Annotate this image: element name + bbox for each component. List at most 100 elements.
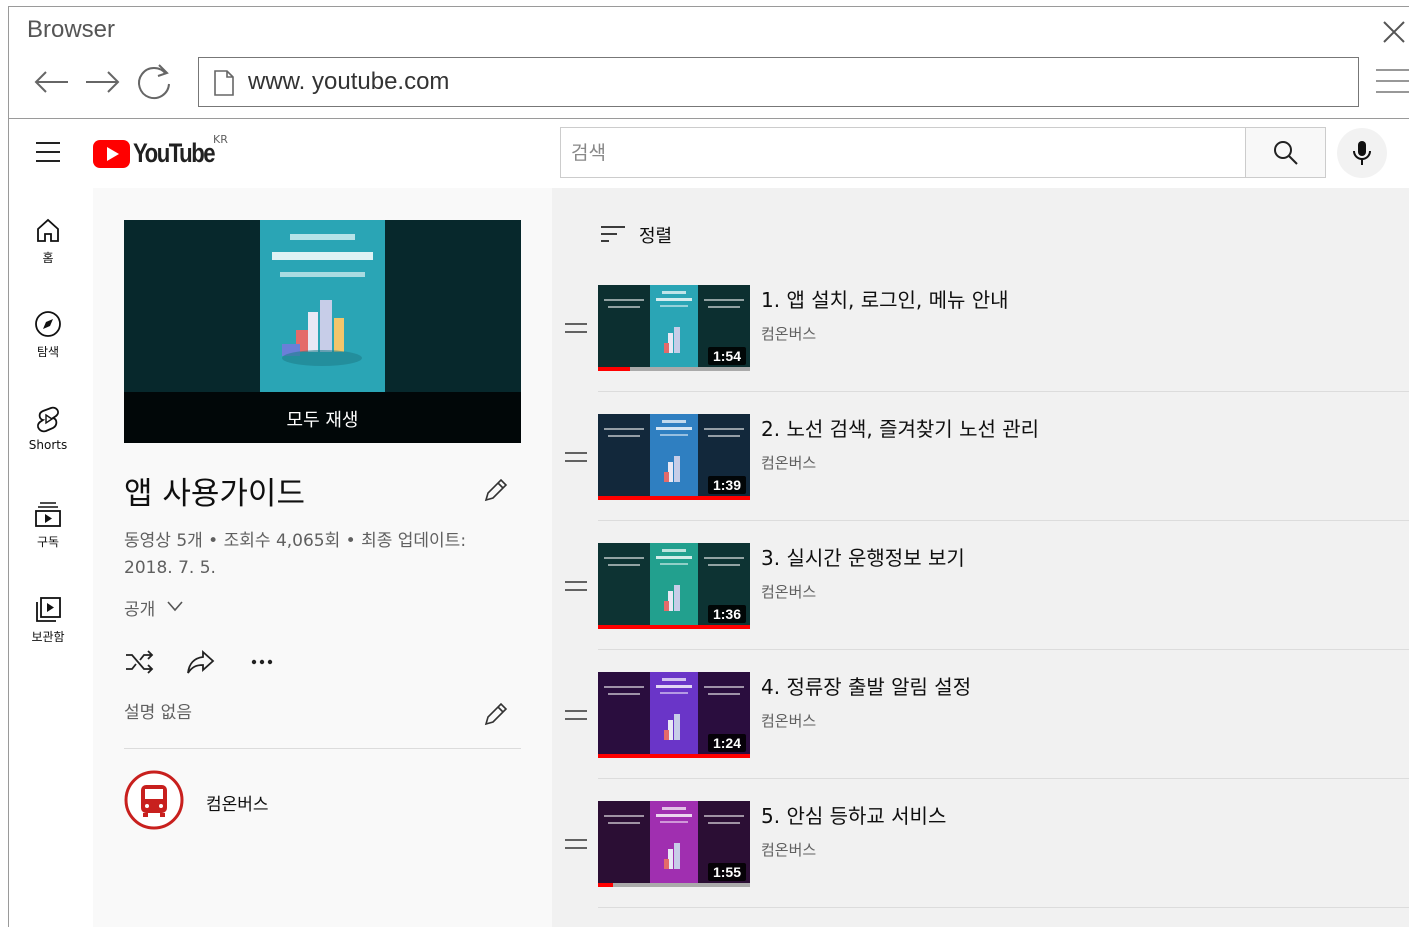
watch-progress-bar [598, 754, 750, 758]
video-channel[interactable]: 컴온버스 [761, 581, 816, 602]
video-duration: 1:54 [707, 347, 746, 365]
drag-handle-icon[interactable] [564, 450, 588, 464]
edit-description-pencil-icon[interactable] [482, 700, 510, 728]
video-title[interactable]: 2. 노선 검색, 즐겨찾기 노선 관리 [761, 413, 1039, 442]
sidebar-item-shorts[interactable]: Shorts [10, 405, 86, 452]
subscriptions-icon [35, 502, 61, 527]
thumbnail-card [650, 285, 698, 371]
watch-progress-track [598, 625, 750, 629]
search-box[interactable] [560, 127, 1246, 178]
thumbnail-text-block [604, 686, 644, 695]
channel-avatar[interactable] [124, 770, 184, 830]
browser-title: Browser [27, 16, 116, 43]
shuffle-icon[interactable] [124, 648, 154, 676]
browser-menu-icon[interactable] [1376, 64, 1409, 98]
watch-progress-bar [598, 625, 750, 629]
video-title[interactable]: 3. 실시간 운행정보 보기 [761, 542, 965, 571]
thumbnail-text-block [704, 815, 744, 824]
chevron-down-icon[interactable] [166, 598, 184, 614]
thumbnail-card [260, 220, 385, 392]
youtube-logo-text: YouTube [133, 138, 216, 168]
playlist-thumbnail[interactable]: 모두 재생 [124, 220, 521, 443]
watch-progress-bar [598, 496, 750, 500]
watch-progress-bar [598, 367, 630, 371]
row-divider [598, 907, 1409, 908]
sidebar-item-label: 탐색 [36, 345, 60, 359]
youtube-play-icon [93, 140, 130, 168]
close-icon[interactable] [1380, 18, 1408, 46]
video-duration: 1:36 [707, 605, 746, 623]
search-button[interactable] [1245, 127, 1326, 178]
sidebar-item-explore[interactable]: 탐색 [10, 310, 86, 360]
drag-handle-icon[interactable] [564, 708, 588, 722]
video-thumbnail[interactable]: 1:24 [598, 672, 750, 758]
video-duration: 1:24 [707, 734, 746, 752]
compass-icon [35, 311, 61, 337]
thumbnail-text-block [604, 428, 644, 437]
row-divider [598, 520, 1409, 521]
thumbnail-text-block [604, 557, 644, 566]
thumbnail-illustration [656, 420, 692, 482]
thumbnail-illustration [656, 678, 692, 740]
row-divider [598, 391, 1409, 392]
share-icon[interactable] [186, 648, 216, 676]
row-divider [598, 649, 1409, 650]
watch-progress-bar [598, 883, 614, 887]
microphone-icon [1353, 141, 1371, 165]
address-bar[interactable]: www. youtube.com [198, 57, 1359, 107]
video-title[interactable]: 4. 정류장 출발 알림 설정 [761, 671, 971, 700]
divider [124, 748, 521, 749]
drag-handle-icon[interactable] [564, 321, 588, 335]
sidebar-item-library[interactable]: 보관함 [10, 595, 86, 645]
video-channel[interactable]: 컴온버스 [761, 452, 816, 473]
guide-menu-icon[interactable] [34, 140, 62, 164]
video-row[interactable]: 1:36 3. 실시간 운행정보 보기 컴온버스 [552, 542, 1409, 671]
sidebar-item-label: 홈 [42, 251, 54, 265]
video-row[interactable]: 1:54 1. 앱 설치, 로그인, 메뉴 안내 컴온버스 [552, 284, 1409, 413]
video-channel[interactable]: 컴온버스 [761, 839, 816, 860]
channel-name[interactable]: 컴온버스 [206, 790, 269, 815]
video-row[interactable]: 1:24 4. 정류장 출발 알림 설정 컴온버스 [552, 671, 1409, 800]
video-thumbnail[interactable]: 1:39 [598, 414, 750, 500]
sort-icon[interactable] [600, 224, 626, 244]
video-row[interactable]: 1:55 5. 안심 등하교 서비스 컴온버스 [552, 800, 1409, 929]
search-icon [1274, 141, 1298, 165]
video-thumbnail[interactable]: 1:36 [598, 543, 750, 629]
video-channel[interactable]: 컴온버스 [761, 710, 816, 731]
sidebar-item-subscriptions[interactable]: 구독 [10, 500, 86, 550]
edit-title-pencil-icon[interactable] [482, 476, 510, 504]
video-title[interactable]: 1. 앱 설치, 로그인, 메뉴 안내 [761, 284, 1009, 313]
url-text: www. youtube.com [248, 68, 450, 95]
back-arrow-icon[interactable] [32, 62, 72, 102]
watch-progress-track [598, 883, 750, 887]
reload-icon[interactable] [134, 62, 174, 102]
play-all-button[interactable]: 모두 재생 [124, 406, 521, 432]
thumbnail-text-block [704, 428, 744, 437]
video-thumbnail[interactable]: 1:54 [598, 285, 750, 371]
row-divider [598, 778, 1409, 779]
thumbnail-card [650, 672, 698, 758]
video-title[interactable]: 5. 안심 등하교 서비스 [761, 800, 946, 829]
video-thumbnail[interactable]: 1:55 [598, 801, 750, 887]
drag-handle-icon[interactable] [564, 837, 588, 851]
youtube-logo[interactable]: YouTube KR [93, 133, 243, 172]
video-row[interactable]: 1:39 2. 노선 검색, 즐겨찾기 노선 관리 컴온버스 [552, 413, 1409, 542]
watch-progress-track [598, 496, 750, 500]
thumbnail-text-block [704, 557, 744, 566]
sidebar-item-home[interactable]: 홈 [10, 216, 86, 266]
voice-search-button[interactable] [1337, 128, 1387, 178]
thumbnail-card [650, 543, 698, 629]
thumbnail-text-block [704, 299, 744, 308]
sidebar-item-label: 구독 [36, 535, 60, 549]
region-code: KR [213, 133, 228, 146]
video-channel[interactable]: 컴온버스 [761, 323, 816, 344]
forward-arrow-icon[interactable] [82, 62, 122, 102]
drag-handle-icon[interactable] [564, 579, 588, 593]
search-input[interactable] [561, 128, 1245, 177]
more-options-icon[interactable] [248, 648, 278, 676]
browser-divider [9, 118, 1409, 119]
watch-progress-track [598, 754, 750, 758]
sort-button[interactable]: 정렬 [639, 222, 672, 248]
privacy-dropdown[interactable]: 공개 [124, 595, 155, 620]
thumbnail-text-block [704, 686, 744, 695]
